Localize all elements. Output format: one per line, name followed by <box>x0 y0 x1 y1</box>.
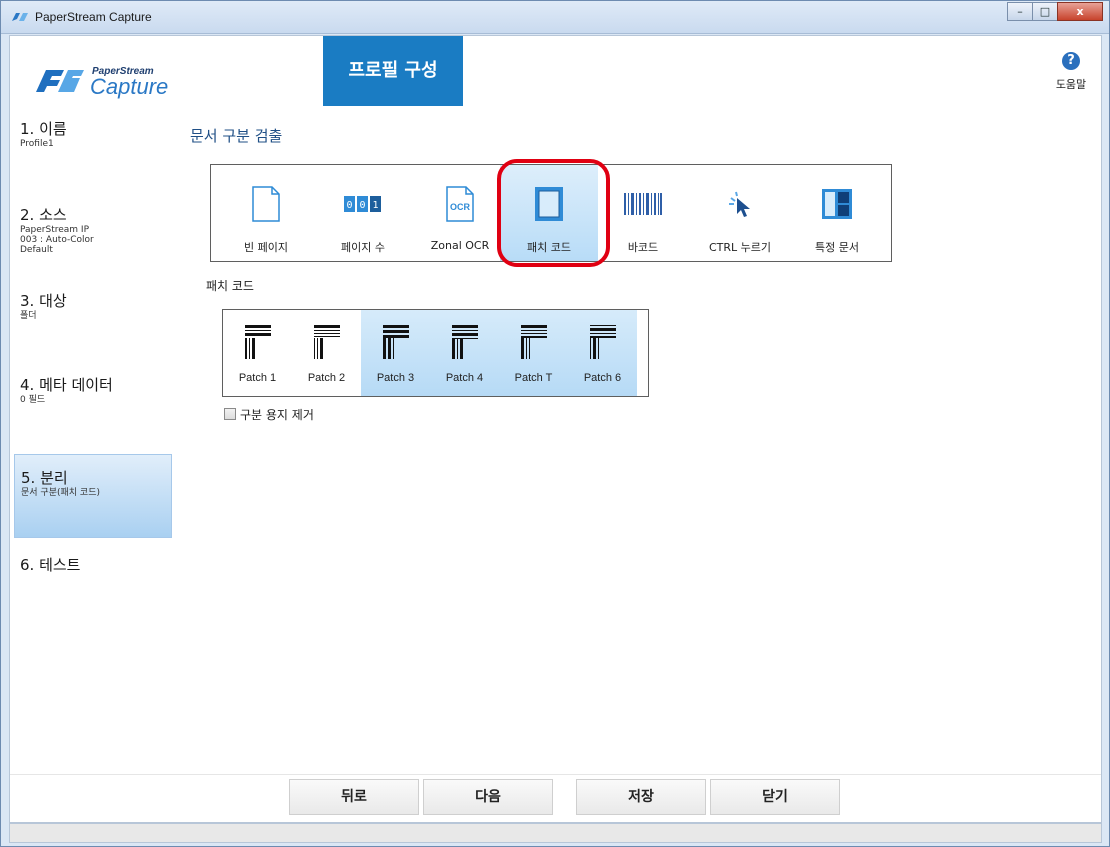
app-window: PaperStream Capture – □ x PaperStream Ca… <box>0 0 1110 847</box>
sidebar-step-source[interactable]: 2. 소스 PaperStream IP 003 : Auto-Color De… <box>10 204 172 255</box>
patch-label: Patch 1 <box>238 372 277 384</box>
type-label: 특정 문서 <box>815 241 859 254</box>
title-bar: PaperStream Capture – □ x <box>1 1 1109 34</box>
step-title: 1. 이름 <box>20 120 67 138</box>
maximize-button[interactable]: □ <box>1032 2 1058 21</box>
step-sidebar: 1. 이름 Profile1 2. 소스 PaperStream IP 003 … <box>10 106 174 822</box>
step-subtitle: 폴더 <box>20 311 37 321</box>
patch-code-selector: Patch 1 Patch 2 Patch 3 Patch 4 Patch T <box>222 309 649 397</box>
patch-1-option[interactable]: Patch 1 <box>223 310 292 396</box>
type-label: CTRL 누르기 <box>708 241 772 254</box>
patch-4-option[interactable]: Patch 4 <box>430 310 499 396</box>
help-icon: ? <box>1062 52 1080 70</box>
step-title: 4. 메타 데이터 <box>20 376 113 394</box>
patch-t-icon <box>520 325 547 359</box>
remove-separator-option[interactable]: 구분 용지 제거 <box>224 406 314 422</box>
tab-profile-config[interactable]: 프로필 구성 <box>323 36 463 106</box>
blank-page-icon <box>252 186 280 222</box>
remove-separator-checkbox[interactable] <box>224 408 236 420</box>
footer-bar: 뒤로 다음 저장 닫기 <box>10 774 1101 822</box>
main-panel: 문서 구분 검출 빈 페이지 001 페이지 수 OCR Zonal OCR 패… <box>174 106 1101 774</box>
patch-t-option[interactable]: Patch T <box>499 310 568 396</box>
svg-text:0: 0 <box>346 200 352 211</box>
type-page-count[interactable]: 001 페이지 수 <box>314 165 412 261</box>
patch-6-icon <box>589 325 616 359</box>
type-specific-document[interactable]: 특정 문서 <box>788 165 886 261</box>
close-window-button[interactable]: x <box>1057 2 1103 21</box>
specific-document-icon <box>822 189 852 219</box>
sidebar-step-name[interactable]: 1. 이름 Profile1 <box>10 118 172 149</box>
type-ctrl-press[interactable]: CTRL 누르기 <box>691 165 789 261</box>
selection-highlight-ring <box>497 159 610 267</box>
type-label: 페이지 수 <box>341 241 385 254</box>
patch-2-icon <box>313 325 340 359</box>
help-label: 도움말 <box>1055 78 1087 91</box>
step-title: 5. 분리 <box>21 469 68 487</box>
sidebar-step-destination[interactable]: 3. 대상 폴더 <box>10 290 172 321</box>
zonal-ocr-icon: OCR <box>446 186 474 222</box>
back-button[interactable]: 뒤로 <box>289 779 419 815</box>
patch-label: Patch T <box>514 372 553 384</box>
ctrl-press-icon <box>729 191 750 217</box>
logo-main-text: Capture <box>90 74 168 99</box>
minimize-button[interactable]: – <box>1007 2 1033 21</box>
maximize-icon: □ <box>1039 5 1051 18</box>
svg-text:0: 0 <box>359 200 365 211</box>
patch-1-icon <box>244 325 271 359</box>
patch-3-icon <box>382 325 409 359</box>
paperstream-capture-logo: PaperStream Capture <box>36 66 168 99</box>
sidebar-step-separation[interactable]: 5. 분리 문서 구분(패치 코드) <box>14 454 172 538</box>
type-zonal-ocr[interactable]: OCR Zonal OCR <box>411 165 509 261</box>
patch-2-option[interactable]: Patch 2 <box>292 310 361 396</box>
type-label: Zonal OCR <box>430 239 490 252</box>
patch-label: Patch 3 <box>376 372 415 384</box>
patch-3-option[interactable]: Patch 3 <box>361 310 430 396</box>
step-subtitle: 문서 구분(패치 코드) <box>21 488 100 498</box>
patch-label: Patch 4 <box>445 372 484 384</box>
window-title: PaperStream Capture <box>35 10 152 24</box>
next-button[interactable]: 다음 <box>423 779 553 815</box>
patch-6-option[interactable]: Patch 6 <box>568 310 637 396</box>
step-subtitle: Profile1 <box>20 139 54 149</box>
app-logo-icon <box>12 13 28 21</box>
type-blank-page[interactable]: 빈 페이지 <box>217 165 315 261</box>
type-label: 빈 페이지 <box>244 241 288 254</box>
patch-4-icon <box>451 325 478 359</box>
patch-label: Patch 2 <box>307 372 346 384</box>
help-button[interactable]: ? 도움말 <box>1051 49 1091 92</box>
section-title: 문서 구분 검출 <box>190 127 283 145</box>
sidebar-step-test[interactable]: 6. 테스트 <box>10 554 172 575</box>
step-title: 2. 소스 <box>20 206 67 224</box>
window-controls: – □ x <box>1007 2 1103 22</box>
step-title: 6. 테스트 <box>20 556 81 574</box>
sidebar-step-metadata[interactable]: 4. 메타 데이터 0 필드 <box>10 374 172 405</box>
step-subtitle: 0 필드 <box>20 395 46 405</box>
patch-section-label: 패치 코드 <box>206 279 254 293</box>
step-title: 3. 대상 <box>20 292 67 310</box>
minimize-icon: – <box>1017 5 1023 18</box>
close-icon: x <box>1076 5 1084 18</box>
page-count-icon: 001 <box>344 196 381 212</box>
svg-text:1: 1 <box>372 200 378 211</box>
patch-label: Patch 6 <box>583 372 622 384</box>
barcode-icon <box>624 193 662 215</box>
save-button[interactable]: 저장 <box>576 779 706 815</box>
step-subtitle: PaperStream IP 003 : Auto-Color Default <box>20 225 94 255</box>
status-bar <box>9 823 1102 843</box>
remove-separator-label: 구분 용지 제거 <box>240 407 314 422</box>
client-area: PaperStream Capture 프로필 구성 ? 도움말 1. 이름 P… <box>9 35 1102 823</box>
close-button[interactable]: 닫기 <box>710 779 840 815</box>
svg-text:OCR: OCR <box>450 202 471 212</box>
